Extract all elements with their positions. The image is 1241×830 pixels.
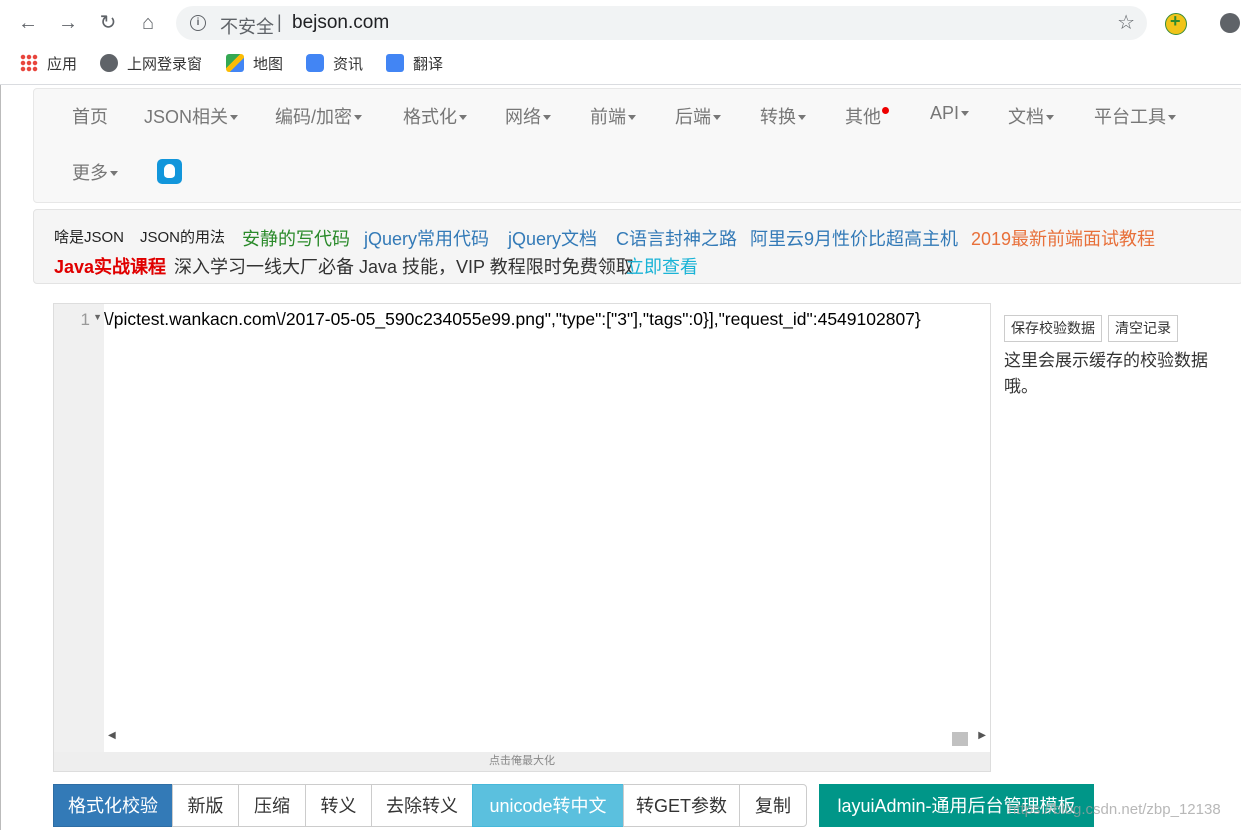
forward-icon[interactable]: → xyxy=(56,11,80,35)
java-course-desc: 深入学习一线大厂必备 Java 技能，VIP 教程限时免费领取 xyxy=(174,257,634,277)
caret-down-icon xyxy=(628,115,636,120)
horizontal-scrollbar[interactable]: ◀ ▶ xyxy=(104,730,990,748)
save-check-data-button[interactable]: 保存校验数据 xyxy=(1004,315,1102,342)
bookmark-login[interactable]: 上网登录窗 xyxy=(100,54,202,76)
back-icon[interactable]: ← xyxy=(16,11,40,35)
insecure-label: 不安全 xyxy=(220,17,274,37)
globe-icon xyxy=(100,54,118,72)
format-validate-button[interactable]: 格式化校验 xyxy=(53,784,173,827)
link-quiet-code[interactable]: 安静的写代码 xyxy=(242,225,350,251)
link-what-is-json[interactable]: 啥是JSON xyxy=(54,226,124,247)
nav-other[interactable]: 其他 xyxy=(845,103,889,129)
bookmarks-bar: 应用 上网登录窗 地图 资讯 翻译 xyxy=(0,46,1241,85)
json-editor[interactable]: 1 ▼ \/pictest.wankacn.com\/2017-05-05_59… xyxy=(53,303,991,772)
page-border xyxy=(0,85,1,830)
code-line[interactable]: \/pictest.wankacn.com\/2017-05-05_590c23… xyxy=(104,309,986,330)
link-c-lang[interactable]: C语言封神之路 xyxy=(616,225,737,251)
nav-more[interactable]: 更多 xyxy=(72,159,118,185)
apps-icon xyxy=(20,54,38,72)
nav-encode[interactable]: 编码/加密 xyxy=(275,103,363,129)
bookmark-news[interactable]: 资讯 xyxy=(306,54,363,76)
nav-json[interactable]: JSON相关 xyxy=(144,103,239,129)
link-view-now[interactable]: 立即查看 xyxy=(626,253,698,279)
bookmark-translate[interactable]: 翻译 xyxy=(386,54,443,76)
url-separator: | xyxy=(277,12,282,32)
link-java-course[interactable]: Java实战课程 xyxy=(54,253,166,279)
nav-home[interactable]: 首页 xyxy=(72,103,108,129)
browser-toolbar: ← → ↻ ⌂ i 不安全 | bejson.com ☆ xyxy=(0,0,1241,46)
caret-down-icon xyxy=(543,115,551,120)
bookmark-apps[interactable]: 应用 xyxy=(20,54,77,76)
nav-frontend[interactable]: 前端 xyxy=(590,103,636,129)
caret-down-icon xyxy=(354,115,363,120)
qq-icon[interactable] xyxy=(157,159,182,184)
copy-button[interactable]: 复制 xyxy=(739,784,807,827)
profile-icon[interactable] xyxy=(1220,13,1240,33)
nav-format[interactable]: 格式化 xyxy=(403,103,467,129)
unescape-button[interactable]: 去除转义 xyxy=(371,784,473,827)
line-number: 1 xyxy=(80,310,90,329)
site-navbar: 首页 JSON相关 编码/加密 格式化 网络 前端 后端 转换 其他 API 文… xyxy=(33,88,1241,203)
line-gutter: 1 ▼ xyxy=(54,304,104,752)
escape-button[interactable]: 转义 xyxy=(305,784,372,827)
scroll-thumb[interactable] xyxy=(952,732,968,746)
nav-platform-tools[interactable]: 平台工具 xyxy=(1094,103,1176,129)
nav-network[interactable]: 网络 xyxy=(505,103,551,129)
nav-api[interactable]: API xyxy=(930,103,970,124)
new-badge-dot xyxy=(882,107,889,114)
to-get-params-button[interactable]: 转GET参数 xyxy=(623,784,740,827)
link-aliyun[interactable]: 阿里云9月性价比超高主机 xyxy=(750,225,958,251)
bookmark-star-icon[interactable]: ☆ xyxy=(1117,10,1135,35)
info-icon[interactable]: i xyxy=(190,15,206,31)
watermark: https://blog.csdn.net/zbp_12138 xyxy=(1008,801,1221,818)
link-bar: 啥是JSON JSON的用法 安静的写代码 jQuery常用代码 jQuery文… xyxy=(33,209,1241,284)
fold-arrow-icon[interactable]: ▼ xyxy=(93,312,102,322)
caret-down-icon xyxy=(713,115,721,120)
translate-icon xyxy=(386,54,404,72)
reload-icon[interactable]: ↻ xyxy=(96,11,120,35)
news-icon xyxy=(306,54,324,72)
maximize-bar[interactable]: 点击俺最大化 xyxy=(54,752,990,771)
cache-placeholder-text: 这里会展示缓存的校验数据哦。 xyxy=(1004,351,1208,396)
url-text[interactable]: bejson.com xyxy=(292,12,389,34)
nav-convert[interactable]: 转换 xyxy=(760,103,806,129)
link-jquery-code[interactable]: jQuery常用代码 xyxy=(364,225,489,251)
nav-backend[interactable]: 后端 xyxy=(675,103,721,129)
caret-down-icon xyxy=(798,115,806,120)
nav-docs[interactable]: 文档 xyxy=(1008,103,1054,129)
extension-icon[interactable] xyxy=(1165,11,1187,35)
link-json-usage[interactable]: JSON的用法 xyxy=(140,226,225,247)
caret-down-icon xyxy=(230,115,239,120)
caret-down-icon xyxy=(1046,115,1054,120)
home-icon[interactable]: ⌂ xyxy=(136,11,160,35)
scroll-left-icon[interactable]: ◀ xyxy=(108,730,116,741)
compress-button[interactable]: 压缩 xyxy=(238,784,306,827)
caret-down-icon xyxy=(1168,115,1176,120)
bookmark-map[interactable]: 地图 xyxy=(226,54,283,76)
caret-down-icon xyxy=(110,171,118,176)
unicode-to-chinese-button[interactable]: unicode转中文 xyxy=(472,784,624,827)
map-icon xyxy=(226,54,244,72)
link-interview[interactable]: 2019最新前端面试教程 xyxy=(971,225,1155,251)
new-version-button[interactable]: 新版 xyxy=(172,784,239,827)
address-bar[interactable]: i 不安全 | bejson.com ☆ xyxy=(176,6,1147,40)
caret-down-icon xyxy=(459,115,467,120)
scroll-right-icon[interactable]: ▶ xyxy=(978,730,986,741)
caret-down-icon xyxy=(961,111,970,116)
link-jquery-docs[interactable]: jQuery文档 xyxy=(508,225,597,251)
clear-records-button[interactable]: 清空记录 xyxy=(1108,315,1178,342)
